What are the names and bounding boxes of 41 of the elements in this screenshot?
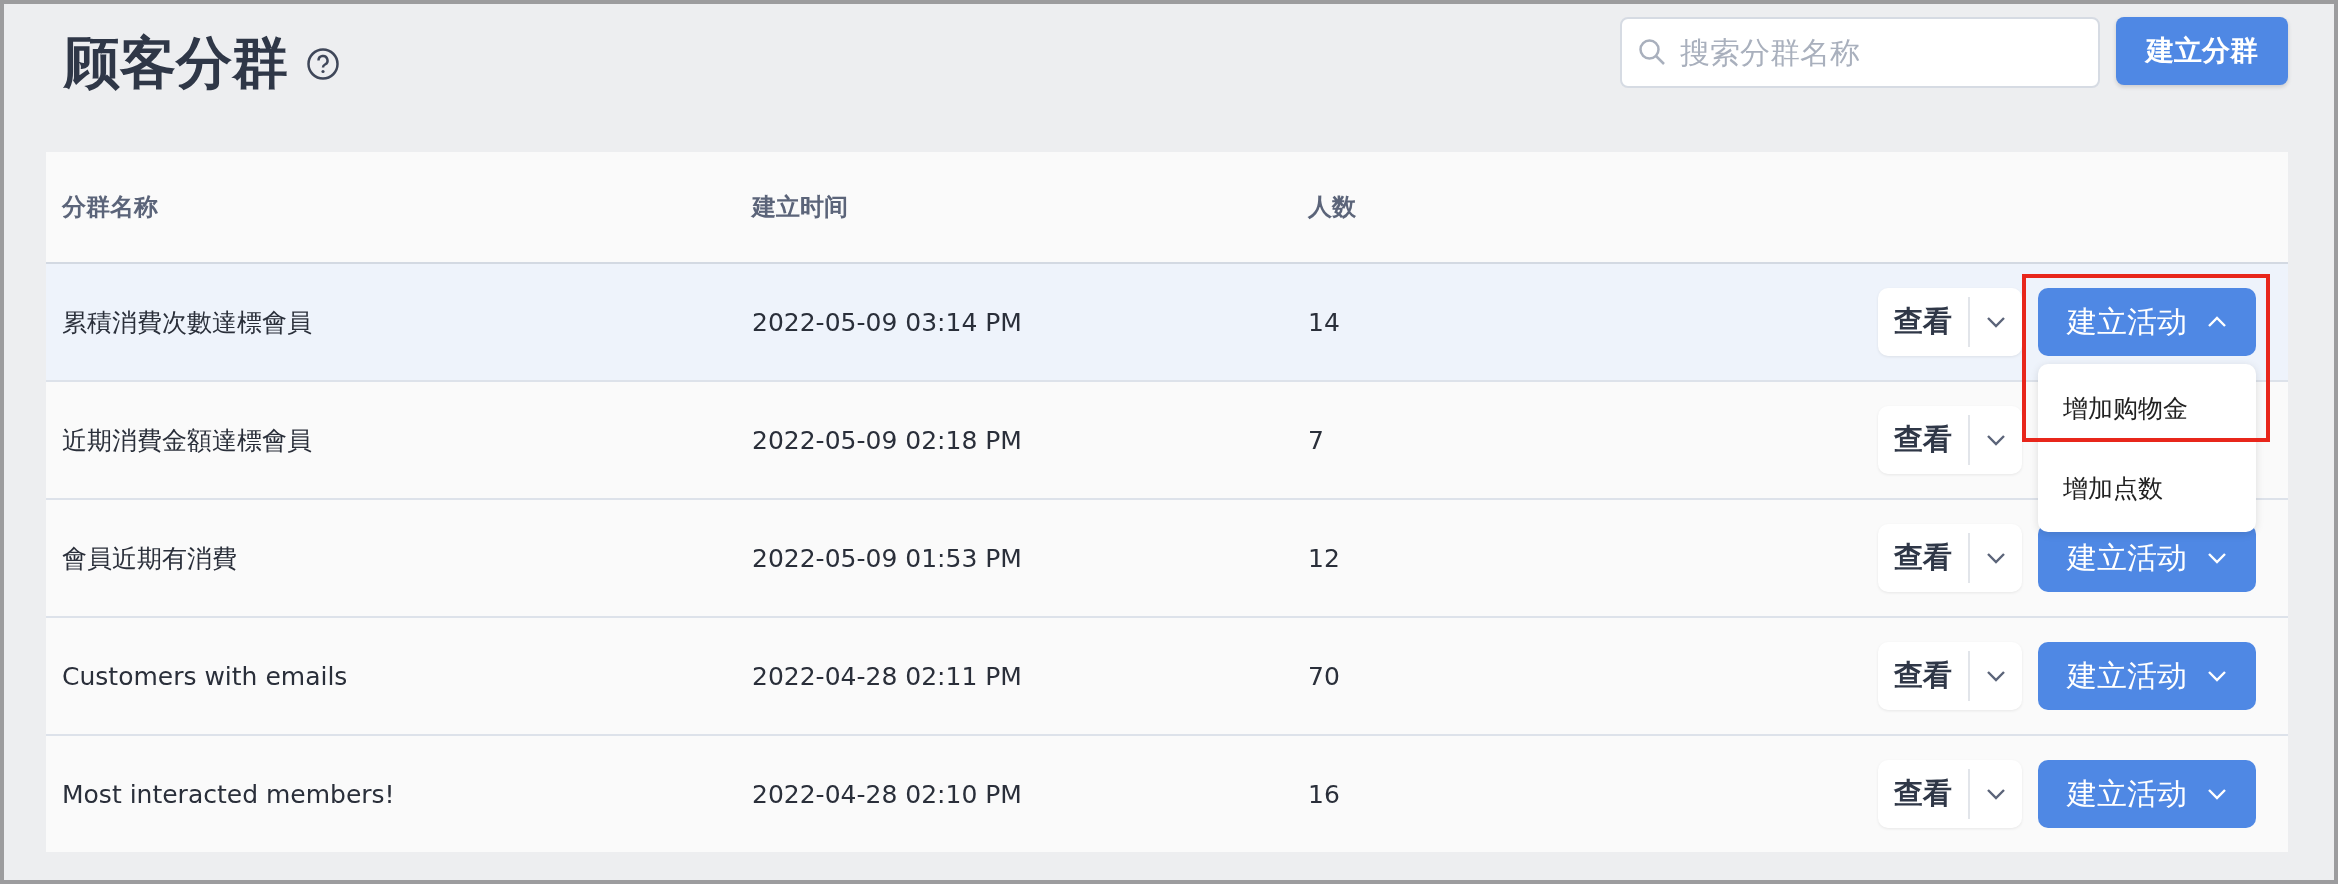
chevron-down-icon (2207, 552, 2227, 564)
chevron-down-icon (2207, 670, 2227, 682)
segment-name: Customers with emails (62, 661, 349, 691)
member-count: 14 (1308, 307, 1341, 337)
page-title: 顾客分群 (64, 29, 288, 97)
search-icon (1638, 38, 1666, 66)
create-segment-button[interactable]: 建立分群 (2116, 17, 2288, 85)
member-count: 70 (1308, 661, 1341, 691)
column-header: 分群名称 (62, 192, 159, 223)
segment-name: Most interacted members! (62, 779, 396, 809)
chevron-down-icon (2207, 788, 2227, 800)
view-button[interactable]: 查看 (1878, 288, 1968, 356)
segment-name: 近期消費金額達標會員 (62, 424, 313, 457)
segment-name: 累積消費次數達標會員 (62, 306, 313, 339)
member-count: 7 (1308, 425, 1325, 455)
create-campaign-button[interactable]: 建立活动 (2038, 642, 2256, 710)
chevron-down-icon (1986, 434, 2006, 446)
create-campaign-button[interactable]: 建立活动 (2038, 288, 2256, 356)
created-time: 2022-05-09 02:18 PM (752, 425, 1023, 455)
member-count: 16 (1308, 779, 1341, 809)
view-button[interactable]: 查看 (1878, 760, 1968, 828)
member-count: 12 (1308, 543, 1341, 573)
menu-item[interactable]: 增加购物金 (2038, 368, 2256, 448)
created-time: 2022-05-09 03:14 PM (752, 307, 1023, 337)
view-button[interactable]: 查看 (1878, 642, 1968, 710)
created-time: 2022-04-28 02:11 PM (752, 661, 1023, 691)
column-header: 人数 (1308, 192, 1357, 223)
chevron-down-icon (1986, 552, 2006, 564)
segment-name: 會員近期有消費 (62, 542, 238, 575)
chevron-up-icon (2207, 316, 2227, 328)
create-campaign-button[interactable]: 建立活动 (2038, 760, 2256, 828)
created-time: 2022-04-28 02:10 PM (752, 779, 1023, 809)
view-button[interactable]: 查看 (1878, 524, 1968, 592)
search-field[interactable]: 搜索分群名称 (1620, 17, 2100, 88)
view-button[interactable]: 查看 (1878, 406, 1968, 474)
chevron-down-icon (1986, 316, 2006, 328)
help-icon[interactable] (306, 47, 340, 81)
created-time: 2022-05-09 01:53 PM (752, 543, 1023, 573)
column-header: 建立时间 (752, 192, 849, 223)
chevron-down-icon (1986, 788, 2006, 800)
chevron-down-icon (1986, 670, 2006, 682)
